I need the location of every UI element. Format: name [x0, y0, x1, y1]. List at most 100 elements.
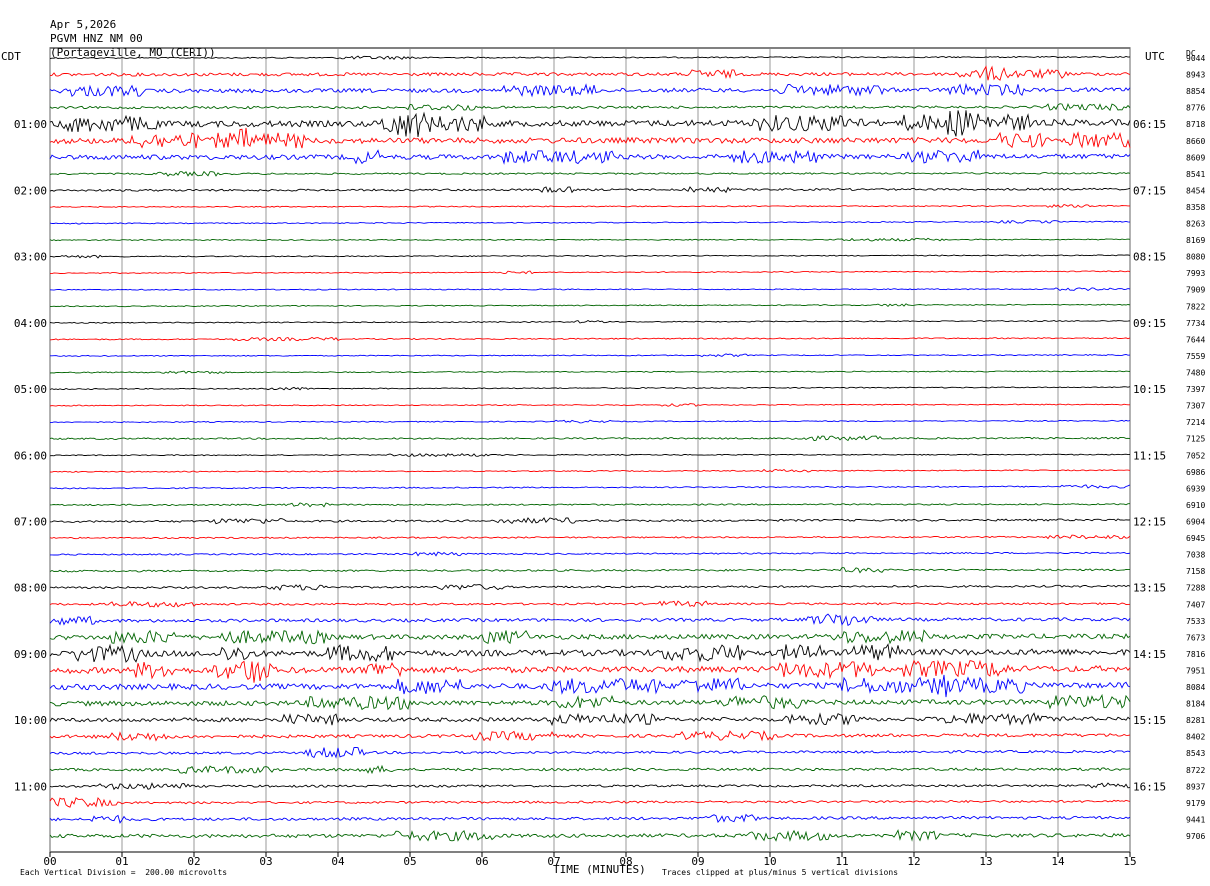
right-time-label: 09:15: [1133, 317, 1166, 330]
trace-line: [49, 370, 1131, 375]
trace-line: [49, 55, 1131, 60]
dc-offset-label: 7407: [1186, 600, 1205, 609]
trace-line: [49, 674, 1131, 698]
dc-offset-label: 7397: [1186, 385, 1205, 394]
dc-offset-label: 6904: [1186, 517, 1205, 526]
right-time-label: 12:15: [1133, 515, 1166, 528]
scale-note: Each Vertical Division = 200.00 microvol…: [20, 868, 228, 877]
trace-line: [49, 336, 1131, 342]
trace-line: [49, 435, 1131, 442]
x-tick-label: 00: [43, 855, 56, 868]
trace-line: [49, 746, 1131, 759]
dc-offset-label: 8184: [1186, 700, 1205, 709]
trace-line: [49, 65, 1131, 81]
right-time-label: 15:15: [1133, 714, 1166, 727]
dc-offset-label: 6910: [1186, 501, 1205, 510]
x-tick-label: 09: [691, 855, 704, 868]
dc-offset-label: 8854: [1186, 87, 1205, 96]
trace-line: [49, 829, 1131, 842]
trace-line: [49, 797, 1131, 808]
dc-offset-label: 7158: [1186, 567, 1205, 576]
left-time-label: 11:00: [14, 780, 47, 793]
trace-line: [49, 287, 1131, 292]
dc-offset-label: 7734: [1186, 319, 1205, 328]
trace-line: [50, 419, 1131, 424]
trace-line: [49, 813, 1131, 824]
dc-offset-label: 8402: [1186, 733, 1205, 742]
trace-line: [49, 403, 1130, 407]
dc-offset-label: 7480: [1186, 369, 1205, 378]
dc-offset-label: 7822: [1186, 302, 1205, 311]
trace-line: [49, 517, 1131, 525]
x-tick-label: 12: [907, 855, 920, 868]
dc-offset-label: 6986: [1186, 468, 1205, 477]
dc-offset-label: 8169: [1186, 236, 1205, 245]
left-time-label: 05:00: [14, 383, 47, 396]
left-time-label: 04:00: [14, 317, 47, 330]
dc-offset-label: 9179: [1186, 799, 1205, 808]
dc-offset-label: 8281: [1186, 716, 1205, 725]
x-tick-label: 11: [835, 855, 848, 868]
dc-offset-label: 8358: [1186, 203, 1205, 212]
trace-line: [49, 219, 1131, 225]
dc-offset-label: 6939: [1186, 484, 1205, 493]
trace-line: [50, 353, 1131, 358]
dc-offset-label: 7052: [1186, 451, 1205, 460]
trace-line: [50, 270, 1131, 275]
dc-offset-label: 7214: [1186, 418, 1205, 427]
x-tick-label: 15: [1123, 855, 1136, 868]
trace-line: [49, 584, 1131, 591]
trace-line: [50, 551, 1131, 557]
dc-offset-label: 7673: [1186, 633, 1205, 642]
helicorder-plot: 00 01 02 03 04 05 06 07 08 09 10 11 12 13 14 1590448943…: [14, 47, 1206, 868]
trace-line: [49, 764, 1131, 775]
dc-offset-label: 8660: [1186, 137, 1205, 146]
trace-line: [49, 600, 1131, 608]
trace-line: [49, 629, 1131, 645]
left-time-label: 03:00: [14, 251, 47, 264]
trace-line: [49, 237, 1131, 242]
right-time-label: 14:15: [1133, 648, 1166, 661]
dc-offset-label: 8937: [1186, 782, 1205, 791]
trace-line: [49, 103, 1131, 112]
dc-offset-label: 8722: [1186, 766, 1205, 775]
trace-line: [49, 782, 1131, 791]
trace-line: [49, 453, 1130, 458]
trace-line: [49, 567, 1130, 574]
x-tick-label: 03: [259, 855, 272, 868]
plot-frame: [49, 47, 1131, 853]
dc-offset-label: 8454: [1186, 186, 1205, 195]
trace-line: [49, 82, 1131, 98]
x-tick-label: 02: [187, 855, 200, 868]
dc-offset-label: 7307: [1186, 402, 1205, 411]
dc-offset-label: 9044: [1186, 54, 1205, 63]
right-time-label: 16:15: [1133, 780, 1166, 793]
left-time-label: 06:00: [14, 449, 47, 462]
dc-offset-label: 8609: [1186, 153, 1205, 162]
clip-note: Traces clipped at plus/minus 5 vertical …: [662, 868, 899, 877]
axis-labels: 00 01 02 03 04 05 06 07 08 09 10 11 12 13 14 1590448943…: [14, 54, 1206, 868]
dc-offset-label: 8543: [1186, 749, 1205, 758]
dc-offset-label: 6945: [1186, 534, 1205, 543]
right-time-label: 10:15: [1133, 383, 1166, 396]
dc-offset-label: 7816: [1186, 650, 1205, 659]
dc-offset-label: 7559: [1186, 352, 1205, 361]
trace-line: [49, 319, 1131, 324]
trace-line: [49, 729, 1131, 742]
dc-offset-label: 7993: [1186, 269, 1205, 278]
dc-offset-label: 8776: [1186, 104, 1205, 113]
dc-offset-label: 7951: [1186, 666, 1205, 675]
dc-offset-label: 8084: [1186, 683, 1205, 692]
trace-line: [49, 534, 1131, 540]
left-time-label: 09:00: [14, 648, 47, 661]
dc-offset-label: 8943: [1186, 71, 1205, 80]
right-time-label: 11:15: [1133, 449, 1166, 462]
dc-offset-label: 8541: [1186, 170, 1205, 179]
x-tick-label: 06: [475, 855, 488, 868]
dc-offset-label: 7533: [1186, 617, 1205, 626]
trace-line: [49, 303, 1131, 308]
right-time-label: 06:15: [1133, 118, 1166, 131]
trace-line: [49, 110, 1131, 137]
x-tick-label: 04: [331, 855, 345, 868]
trace-group: [49, 55, 1131, 842]
